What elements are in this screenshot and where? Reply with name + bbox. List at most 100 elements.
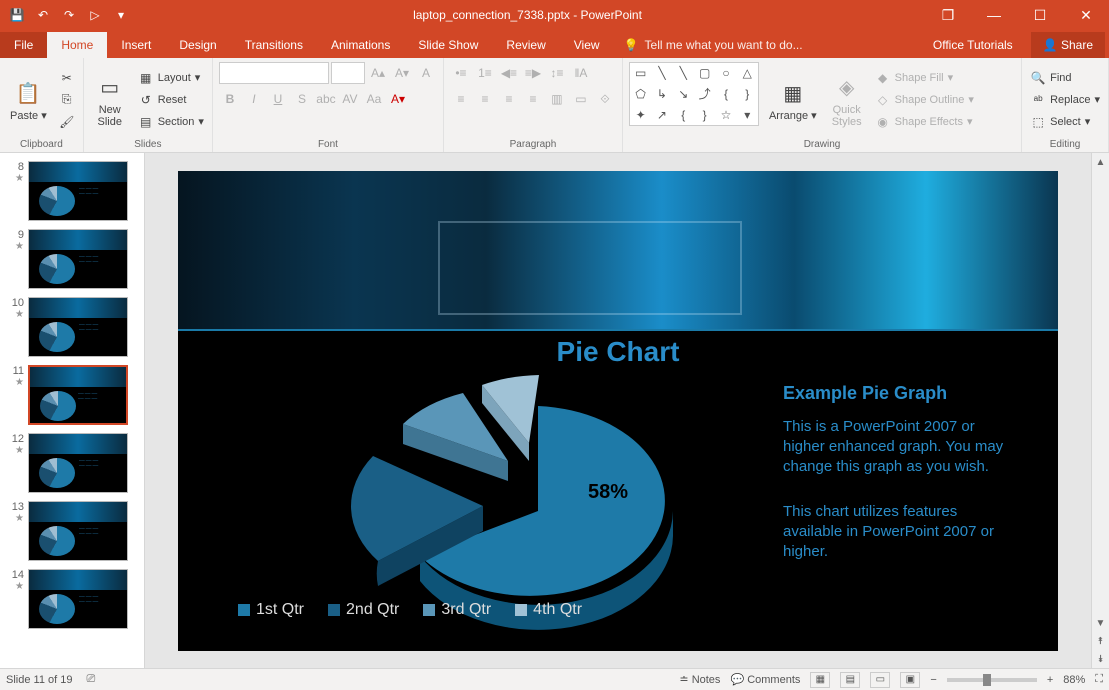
layout-button[interactable]: ▦Layout ▾ [136,68,206,88]
new-slide-button[interactable]: ▭ New Slide [90,62,130,137]
office-tutorials[interactable]: Office Tutorials [919,32,1027,58]
group-label-drawing: Drawing [629,137,1015,150]
tab-animations[interactable]: Animations [317,32,404,58]
text-direction-button[interactable]: ‖A [570,62,592,84]
change-case-button[interactable]: Aa [363,88,385,110]
thumbnail-slide-13[interactable]: 13★ ── ── ──── ── ── [0,497,144,565]
smartart-button[interactable]: ⟐ [594,88,616,110]
shape-fill-button[interactable]: ◆Shape Fill ▾ [873,68,976,88]
undo-icon[interactable]: ↶ [34,6,52,24]
save-icon[interactable]: 💾 [8,6,26,24]
grow-font-button[interactable]: A▴ [367,62,389,84]
ribbon-display-icon[interactable]: ❐ [925,0,971,30]
maximize-icon[interactable]: ☐ [1017,0,1063,30]
tab-slideshow[interactable]: Slide Show [404,32,492,58]
zoom-level[interactable]: 88% [1063,674,1085,686]
qat-more-icon[interactable]: ▾ [112,6,130,24]
clear-format-button[interactable]: A [415,62,437,84]
format-painter-button[interactable]: 🖌 [57,112,77,132]
vertical-scrollbar[interactable]: ▲ ▼ ⯭ ⯯ [1091,153,1109,668]
minimize-icon[interactable]: — [971,0,1017,30]
sorter-view-button[interactable]: ▤ [840,672,860,688]
tell-me-search[interactable]: 💡 Tell me what you want to do... [614,32,813,58]
underline-button[interactable]: U [267,88,289,110]
normal-view-button[interactable]: ▦ [810,672,830,688]
slide[interactable]: Pie Chart [178,171,1058,651]
share-button[interactable]: 👤 Share [1031,32,1105,58]
zoom-out-button[interactable]: − [930,674,936,686]
group-clipboard: 📋 Paste ▾ ✂ ⎘ 🖌 Clipboard [0,58,84,152]
shape-outline-button[interactable]: ◇Shape Outline ▾ [873,90,976,110]
bold-button[interactable]: B [219,88,241,110]
slide-side-text[interactable]: Example Pie Graph This is a PowerPoint 2… [783,381,1018,587]
thumbnail-slide-14[interactable]: 14★ ── ── ──── ── ── [0,565,144,633]
arrange-button[interactable]: ▦ Arrange ▾ [765,62,821,137]
redo-icon[interactable]: ↷ [60,6,78,24]
group-label-clipboard: Clipboard [6,137,77,150]
comments-button[interactable]: 💬 Comments [730,673,800,686]
bullets-button[interactable]: •≡ [450,62,472,84]
slide-count[interactable]: Slide 11 of 19 [6,674,72,686]
prev-slide-icon[interactable]: ⯭ [1092,632,1109,650]
copy-button[interactable]: ⎘ [57,90,77,110]
tab-home[interactable]: Home [47,32,107,58]
thumbnail-slide-10[interactable]: 10★ ── ── ──── ── ── [0,293,144,361]
zoom-slider[interactable] [947,678,1037,682]
font-color-button[interactable]: A▾ [387,88,409,110]
thumbnail-slide-9[interactable]: 9★ ── ── ──── ── ── [0,225,144,293]
thumbnail-slide-8[interactable]: 8★ ── ── ──── ── ── [0,157,144,225]
justify-button[interactable]: ≡ [522,88,544,110]
numbering-button[interactable]: 1≡ [474,62,496,84]
pie-chart[interactable]: 58% 23% 10% 9% [248,371,738,631]
zoom-in-button[interactable]: + [1047,674,1053,686]
slide-title[interactable]: Pie Chart [557,336,680,368]
columns-button[interactable]: ▥ [546,88,568,110]
group-slides: ▭ New Slide ▦Layout ▾ ↺Reset ▤Section ▾ … [84,58,213,152]
notes-button[interactable]: ≐ Notes [679,673,720,686]
quick-styles-button[interactable]: ◈ Quick Styles [827,62,867,137]
shadow-button[interactable]: abc [315,88,337,110]
strike-button[interactable]: S [291,88,313,110]
align-right-button[interactable]: ≡ [498,88,520,110]
decrease-indent-button[interactable]: ◀≡ [498,62,520,84]
tab-transitions[interactable]: Transitions [231,32,317,58]
char-spacing-button[interactable]: AV [339,88,361,110]
increase-indent-button[interactable]: ≡▶ [522,62,544,84]
align-left-button[interactable]: ≡ [450,88,472,110]
shape-effects-button[interactable]: ◉Shape Effects ▾ [873,112,976,132]
replace-button[interactable]: ᵃᵇReplace ▾ [1028,90,1102,110]
align-center-button[interactable]: ≡ [474,88,496,110]
find-button[interactable]: 🔍Find [1028,68,1102,88]
shrink-font-button[interactable]: A▾ [391,62,413,84]
tab-design[interactable]: Design [165,32,230,58]
fit-to-window-button[interactable]: ⛶ [1095,673,1103,686]
slide-canvas[interactable]: Pie Chart [145,153,1091,668]
start-from-beginning-icon[interactable]: ▷ [86,6,104,24]
reading-view-button[interactable]: ▭ [870,672,890,688]
spelling-icon[interactable]: ⎚ [86,673,95,686]
shapes-gallery[interactable]: ▭╲╲▢○△ ⬠↳↘⤴{} ✦↗{}☆▾ [629,62,759,126]
cut-button[interactable]: ✂ [57,68,77,88]
paste-icon: 📋 [12,78,44,110]
tab-insert[interactable]: Insert [107,32,165,58]
scroll-up-icon[interactable]: ▲ [1092,153,1109,171]
line-spacing-button[interactable]: ↕≡ [546,62,568,84]
tab-file[interactable]: File [0,32,47,58]
reset-button[interactable]: ↺Reset [136,90,206,110]
font-size-input[interactable] [331,62,365,84]
close-icon[interactable]: ✕ [1063,0,1109,30]
thumbnail-slide-11[interactable]: 11★ ── ── ──── ── ── [0,361,144,429]
tab-review[interactable]: Review [492,32,559,58]
next-slide-icon[interactable]: ⯯ [1092,650,1109,668]
tab-view[interactable]: View [560,32,614,58]
paste-button[interactable]: 📋 Paste ▾ [6,62,51,137]
thumbnail-slide-12[interactable]: 12★ ── ── ──── ── ── [0,429,144,497]
slide-thumbnails-panel[interactable]: 8★ ── ── ──── ── ──9★ ── ── ──── ── ──10… [0,153,145,668]
section-button[interactable]: ▤Section ▾ [136,112,206,132]
select-button[interactable]: ⬚Select ▾ [1028,112,1102,132]
slideshow-view-button[interactable]: ▣ [900,672,920,688]
italic-button[interactable]: I [243,88,265,110]
scroll-down-icon[interactable]: ▼ [1092,614,1109,632]
align-text-button[interactable]: ▭ [570,88,592,110]
font-family-input[interactable] [219,62,329,84]
